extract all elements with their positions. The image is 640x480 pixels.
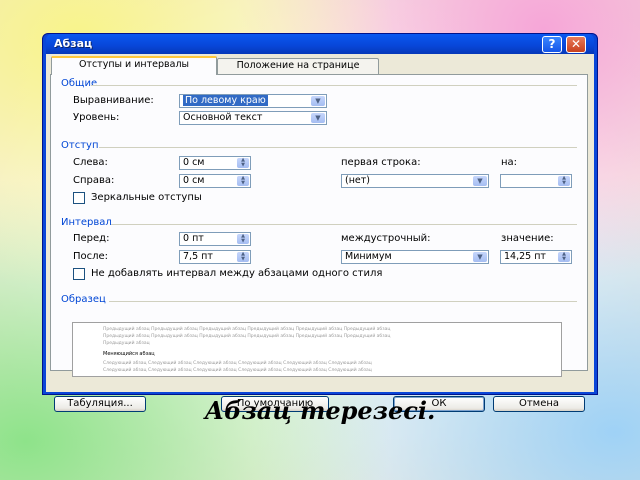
indent-by-spinner[interactable]: ▲ ▼ — [500, 174, 572, 188]
preview-next-line: Следующий абзац Следующий абзац Следующи… — [103, 368, 372, 373]
level-select[interactable]: Основной текст ▼ — [179, 111, 327, 125]
close-button[interactable]: ✕ — [566, 36, 586, 53]
indent-by-label: на: — [501, 157, 518, 168]
chevron-down-icon: ▼ — [473, 176, 487, 186]
line-spacing-label: междустрочный: — [341, 233, 431, 244]
preview-next-line: Следующий абзац Следующий абзац Следующи… — [103, 361, 372, 366]
first-line-label: первая строка: — [341, 157, 421, 168]
first-line-value: (нет) — [345, 175, 371, 186]
spacing-at-label: значение: — [501, 233, 554, 244]
indent-right-spinner[interactable]: 0 см ▲ ▼ — [179, 174, 251, 188]
preview-prev-line: Предыдущий абзац Предыдущий абзац Предыд… — [103, 334, 391, 339]
chevron-down-icon: ▼ — [311, 113, 325, 123]
spinner-arrows-icon[interactable]: ▲ ▼ — [558, 252, 570, 262]
line-spacing-value: Минимум — [345, 251, 392, 262]
preview-prev-line: Предыдущий абзац Предыдущий абзац Предыд… — [103, 327, 391, 332]
alignment-value: По левому краю — [183, 95, 268, 106]
title-bar[interactable]: Абзац ? ✕ — [46, 34, 594, 54]
spacing-after-spinner[interactable]: 7,5 пт ▲ ▼ — [179, 250, 251, 264]
preview-current-line: Меняющийся абзац — [103, 351, 155, 357]
indent-left-spinner[interactable]: 0 см ▲ ▼ — [179, 156, 251, 170]
general-divider — [91, 85, 577, 86]
spinner-arrows-icon[interactable]: ▲ ▼ — [237, 158, 249, 168]
spacing-at-value: 14,25 пт — [504, 251, 546, 262]
spinner-arrows-icon[interactable]: ▲ ▼ — [237, 252, 249, 262]
preview-divider — [109, 301, 577, 302]
dont-add-space-label[interactable]: Не добавлять интервал между абзацами одн… — [91, 268, 382, 279]
tab-line-page-breaks[interactable]: Положение на странице — [217, 58, 379, 74]
spinner-arrows-icon[interactable]: ▲ ▼ — [237, 234, 249, 244]
paragraph-preview: Предыдущий абзац Предыдущий абзац Предыд… — [72, 322, 562, 377]
alignment-select[interactable]: По левому краю ▼ — [179, 94, 327, 108]
line-spacing-select[interactable]: Минимум ▼ — [341, 250, 489, 264]
dialog-client: Отступы и интервалы Положение на страниц… — [46, 54, 594, 412]
spacing-group-title: Интервал — [61, 217, 115, 228]
first-line-select[interactable]: (нет) ▼ — [341, 174, 489, 188]
general-group-title: Общие — [61, 78, 101, 89]
paragraph-dialog: Абзац ? ✕ Отступы и интервалы Положение … — [42, 33, 598, 412]
dont-add-space-checkbox[interactable] — [73, 268, 85, 280]
indent-group-title: Отступ — [61, 140, 102, 151]
mirror-indents-label[interactable]: Зеркальные отступы — [91, 192, 202, 203]
indent-left-value: 0 см — [183, 157, 205, 168]
level-value: Основной текст — [183, 112, 263, 123]
spacing-after-value: 7,5 пт — [183, 251, 213, 262]
mirror-indents-checkbox[interactable] — [73, 192, 85, 204]
spacing-before-label: Перед: — [73, 233, 110, 244]
spacing-before-value: 0 пт — [183, 233, 204, 244]
indent-right-label: Справа: — [73, 175, 115, 186]
help-button[interactable]: ? — [542, 36, 562, 53]
slide-caption: Абзац терезесі. — [204, 396, 436, 425]
spacing-after-label: После: — [73, 251, 109, 262]
indent-left-label: Слева: — [73, 157, 108, 168]
spinner-arrows-icon[interactable]: ▲ ▼ — [558, 176, 570, 186]
indent-right-value: 0 см — [183, 175, 205, 186]
chevron-down-icon: ▼ — [473, 252, 487, 262]
alignment-label: Выравнивание: — [73, 95, 154, 106]
dialog-title: Абзац — [54, 37, 93, 50]
spacing-at-spinner[interactable]: 14,25 пт ▲ ▼ — [500, 250, 572, 264]
indent-divider — [99, 147, 577, 148]
level-label: Уровень: — [73, 112, 120, 123]
chevron-down-icon: ▼ — [311, 96, 325, 106]
preview-group-title: Образец — [61, 294, 109, 305]
spinner-arrows-icon[interactable]: ▲ ▼ — [237, 176, 249, 186]
spacing-divider — [111, 224, 577, 225]
preview-prev-line: Предыдущий абзац — [103, 341, 150, 346]
spacing-before-spinner[interactable]: 0 пт ▲ ▼ — [179, 232, 251, 246]
tab-indents-spacing[interactable]: Отступы и интервалы — [51, 56, 217, 75]
